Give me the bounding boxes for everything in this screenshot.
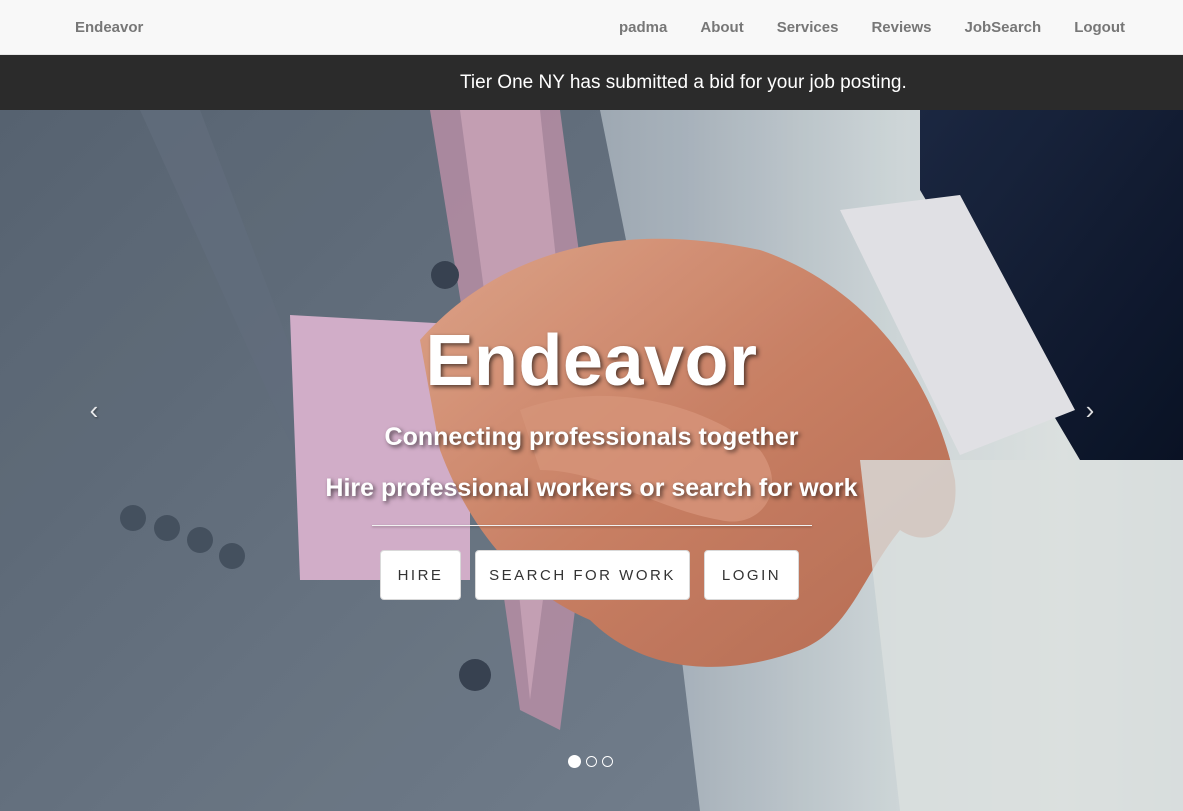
carousel-indicator-3[interactable] — [602, 756, 613, 767]
nav-links: padma About Services Reviews JobSearch L… — [586, 0, 1125, 55]
chevron-left-icon[interactable]: ‹ — [79, 395, 109, 425]
carousel-indicators — [568, 755, 618, 768]
hero-title: Endeavor — [425, 321, 758, 401]
carousel-indicator-2[interactable] — [586, 756, 597, 767]
notification-bar: Tier One NY has submitted a bid for your… — [0, 55, 1183, 110]
login-button[interactable]: LOGIN — [704, 550, 799, 600]
nav-item-about[interactable]: About — [700, 0, 743, 55]
notification-message: Tier One NY has submitted a bid for your… — [460, 72, 907, 93]
nav-item-logout[interactable]: Logout — [1074, 0, 1125, 55]
hero-subtitle: Connecting professionals together — [384, 423, 799, 451]
hero-carousel: Endeavor Connecting professionals togeth… — [0, 110, 1183, 811]
brand-link[interactable]: Endeavor — [75, 0, 143, 55]
nav-item-jobsearch[interactable]: JobSearch — [964, 0, 1041, 55]
search-for-work-button[interactable]: SEARCH FOR WORK — [475, 550, 690, 600]
top-navbar: Endeavor padma About Services Reviews Jo… — [0, 0, 1183, 55]
nav-item-reviews[interactable]: Reviews — [871, 0, 931, 55]
hero-divider — [372, 525, 812, 526]
handshake-background-image — [0, 110, 1183, 811]
chevron-right-icon[interactable]: › — [1075, 395, 1105, 425]
carousel-indicator-1[interactable] — [568, 755, 581, 768]
hero-tagline: Hire professional workers or search for … — [325, 474, 858, 502]
nav-item-user[interactable]: padma — [619, 0, 667, 55]
nav-item-services[interactable]: Services — [777, 0, 839, 55]
hire-button[interactable]: HIRE — [380, 550, 461, 600]
